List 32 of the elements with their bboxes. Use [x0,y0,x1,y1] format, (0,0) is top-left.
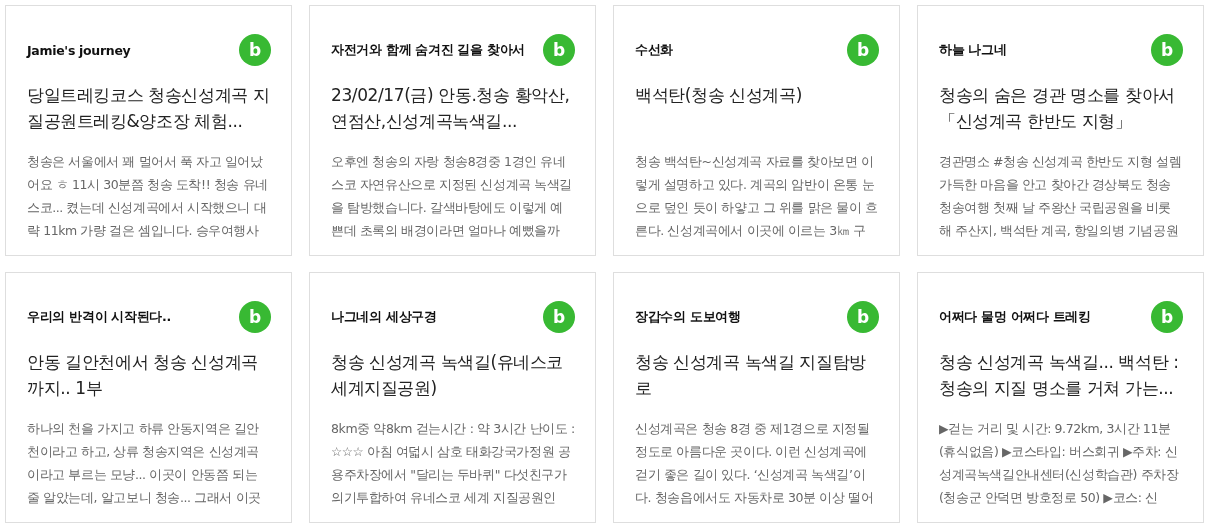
blog-name[interactable]: 장갑수의 도보여행 [635,308,741,326]
post-excerpt: 하나의 천을 가지고 하류 안동지역은 길안천이라고 하고, 상류 청송지역은 신성계곡이라고 부르는 모냥... 이곳이 안동쯤 되는 줄 알았는데, 알고보니 청송... 그래서 이곳 [27,420,262,507]
blog-name[interactable]: 하늘 나그네 [939,41,1007,59]
blog-name[interactable]: 우리의 반격이 시작된다.. [27,308,171,326]
blog-logo: b [847,34,879,66]
blog-logo: b [1151,34,1183,66]
blog-name[interactable]: 자전거와 함께 숨겨진 길을 찾아서 [331,41,525,59]
post-title[interactable]: 청송 신성계곡 녹색길 지질탐방로 [635,349,879,401]
post-title[interactable]: 백석탄(청송 신성계곡) [635,82,879,134]
post-title[interactable]: 안동 길안천에서 청송 신성계곡까지.. 1부 [27,349,271,401]
blog-name[interactable]: 나그네의 세상구경 [331,308,437,326]
post-title[interactable]: 청송 신성계곡 녹색길(유네스코 세계지질공원) [331,349,575,401]
post-excerpt: 오후엔 청송의 자랑 청송8경중 1경인 유네스코 자연유산으로 지정된 신성계곡 녹색길을 탐방했습니다. 갈색바탕에도 이렇게 예쁜데 초록의 배경이라면 얼마나 예뻤을까 [331,153,574,240]
post-title[interactable]: 청송 신성계곡 녹색길... 백석탄 : 청송의 지질 명소를 거쳐 가는... [939,349,1183,401]
post-title[interactable]: 당일트레킹코스 청송신성계곡 지질공원트레킹&양조장 체험... [27,82,271,134]
post-excerpt: 경관명소 #청송 신성계곡 한반도 지형 설렘 가득한 마음을 안고 찾아간 경상북도 청송 청송여행 첫째 날 주왕산 국립공원을 비롯해 주산지, 백석탄 계곡, 항일의병 기념공원 [939,153,1183,240]
post-excerpt: 8km중 약8km 걷는시간 : 약 3시간 난이도 : ☆☆☆ 아침 여덟시 삼호 태화강국가정원 공용주차장에서 "달리는 두바퀴" 다섯친구가 의기투합하여 유네스코 세계 지질공원인 [331,420,575,507]
blog-logo: b [239,301,271,333]
post-excerpt: 청송은 서울에서 꽤 멀어서 푹 자고 일어났어요 ㅎ 11시 30분쯤 청송 도착!! 청송 유네스코... 켰는데 신성계곡에서 시작했으니 대략 11km 가량 걸은 셈입니다. 승우여행사 [27,153,269,240]
post-excerpt: 신성계곡은 청송 8경 중 제1경으로 지정될 정도로 아름다운 곳이다. 이런 신성계곡에 걷기 좋은 길이 있다. ‘신성계곡 녹색길’이다. 청송읍에서도 자동차로 30분 이상 떨어 [635,420,875,507]
post-excerpt: ▶걷는 거리 및 시간: 9.72km, 3시간 11분 (휴식없음) ▶코스타입: 버스회귀 ▶주차: 신성계곡녹색길안내센터(신성학습관) 주차장(청송군 안덕면 방호정로 50) ▶코스: 신 [939,420,1180,507]
blog-logo: b [847,301,879,333]
blog-logo: b [1151,301,1183,333]
blog-name[interactable]: 수선화 [635,41,674,59]
post-title[interactable]: 23/02/17(금) 안동.청송 황악산,연점산,신성계곡녹색길... [331,82,575,134]
blog-name[interactable]: Jamie's journey [27,42,131,58]
post-excerpt: 청송 백석탄~신성계곡 자료를 찾아보면 이렇게 설명하고 있다. 계곡의 암반이 온통 눈으로 덮인 듯이 하얗고 그 위를 맑은 물이 흐른다. 신성계곡에서 이곳에 이르는 3㎞ 구 [635,153,879,240]
blog-logo: b [239,34,271,66]
blog-name[interactable]: 어쩌다 물멍 어쩌다 트레킹 [939,308,1091,326]
blog-logo: b [543,301,575,333]
blog-logo: b [543,34,575,66]
post-title[interactable]: 청송의 숨은 경관 명소를 찾아서 「신성계곡 한반도 지형」 [939,82,1183,134]
